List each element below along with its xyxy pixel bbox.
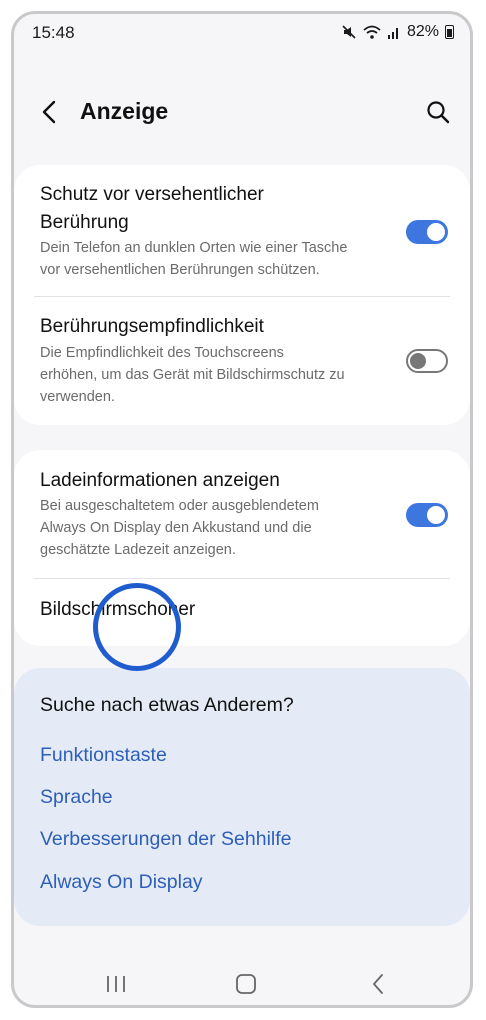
charging-info-toggle[interactable] [406,503,448,527]
recent-apps-button[interactable] [101,970,131,998]
status-bar: 15:48 82% [14,14,470,54]
row-subtitle-continued: verwenden. [40,389,115,405]
wifi-icon [363,24,381,40]
mute-icon [341,24,357,40]
tap-indicator [93,583,181,671]
show-charging-info-row[interactable]: Ladeinformationen anzeigen Bei ausgescha… [14,450,470,578]
settings-card-touch: Schutz vor versehentlicher Berührung Dei… [14,165,470,425]
row-subtitle: Dein Telefon an dunklen Orten wie einer … [40,240,348,256]
search-button[interactable] [424,98,452,126]
settings-card-charging: Ladeinformationen anzeigen Bei ausgescha… [14,450,470,646]
row-subtitle-continued: Always On Display den Akkustand und die [40,520,312,536]
suggestions-panel: Suche nach etwas Anderem? Funktionstaste… [14,668,470,926]
status-time: 15:48 [32,23,75,42]
toggle-knob [410,353,426,369]
phone-frame: 15:48 82% Anzeige Schutz vor versehentli… [11,11,473,1008]
row-title: Ladeinformationen anzeigen [40,470,280,491]
recent-apps-icon [107,976,125,992]
battery-icon [445,25,454,39]
row-subtitle: Bei ausgeschaltetem oder ausgeblendetem [40,498,319,514]
toggle-knob [427,506,445,524]
row-subtitle: Die Empfindlichkeit des Touchscreens [40,345,284,361]
suggestion-link[interactable]: Always On Display [40,871,203,894]
navigation-bar [14,964,470,1004]
home-icon [236,974,256,994]
touch-sensitivity-toggle[interactable] [406,349,448,373]
suggestion-link[interactable]: Verbesserungen der Sehhilfe [40,828,292,851]
suggestion-link[interactable]: Sprache [40,786,113,809]
touch-sensitivity-row[interactable]: Berührungsempfindlichkeit Die Empfindlic… [14,297,470,425]
toggle-knob [427,223,445,241]
chevron-left-icon [42,100,56,124]
suggestion-link[interactable]: Funktionstaste [40,744,167,767]
status-icons: 82% [341,23,454,41]
battery-text: 82% [406,23,439,40]
screen-saver-row[interactable]: Bildschirmschoner [14,579,470,646]
home-button[interactable] [231,970,261,998]
row-title-continued: Berührung [40,212,129,233]
row-title: Berührungsempfindlichkeit [40,316,264,337]
suggestions-title: Suche nach etwas Anderem? [40,694,294,716]
row-subtitle-continued: erhöhen, um das Gerät mit Bildschirmschu… [40,367,345,383]
row-subtitle-continued: geschätzte Ladezeit anzeigen. [40,542,236,558]
accidental-touch-toggle[interactable] [406,220,448,244]
search-icon [427,101,450,124]
page-title: Anzeige [80,98,169,124]
row-title: Schutz vor versehentlicher [40,184,264,205]
row-subtitle-continued: vor versehentlichen Berührungen schützen… [40,262,320,278]
chevron-left-icon [373,974,383,994]
signal-icon [387,25,401,39]
back-button[interactable] [36,96,64,128]
app-header: Anzeige [14,82,470,142]
nav-back-button[interactable] [363,970,393,998]
accidental-touch-protection-row[interactable]: Schutz vor versehentlicher Berührung Dei… [14,165,470,295]
